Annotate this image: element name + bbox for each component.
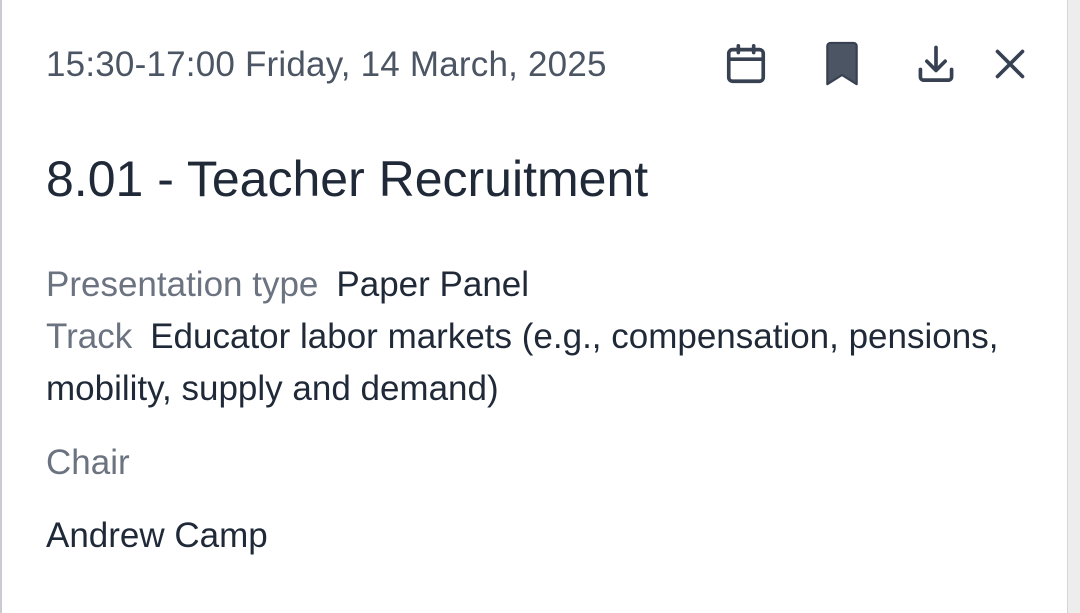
presentation-type-label: Presentation type <box>46 265 319 304</box>
add-to-calendar-button[interactable] <box>718 36 774 92</box>
presentation-type-value: Paper Panel <box>336 265 530 304</box>
calendar-icon <box>726 43 766 84</box>
bookmark-icon <box>826 41 858 86</box>
left-border <box>0 0 2 613</box>
chair-name[interactable]: Andrew Camp <box>46 510 268 562</box>
track-label: Track <box>46 317 133 356</box>
session-datetime: 15:30-17:00 Friday, 14 March, 2025 <box>46 45 607 84</box>
close-button[interactable] <box>982 36 1038 92</box>
bookmark-button[interactable] <box>814 36 870 92</box>
track-row: Track Educator labor markets (e.g., compe… <box>46 311 1006 415</box>
chair-label: Chair <box>46 443 130 482</box>
session-title: 8.01 - Teacher Recruitment <box>46 151 649 207</box>
download-button[interactable] <box>908 36 964 92</box>
presentation-type-row: Presentation type Paper Panel <box>46 259 1006 311</box>
download-icon <box>918 45 954 82</box>
session-header: 15:30-17:00 Friday, 14 March, 2025 <box>46 36 1036 92</box>
scrollbar[interactable] <box>1067 0 1080 613</box>
track-value: Educator labor markets (e.g., compensati… <box>46 317 999 408</box>
close-icon <box>995 49 1025 79</box>
